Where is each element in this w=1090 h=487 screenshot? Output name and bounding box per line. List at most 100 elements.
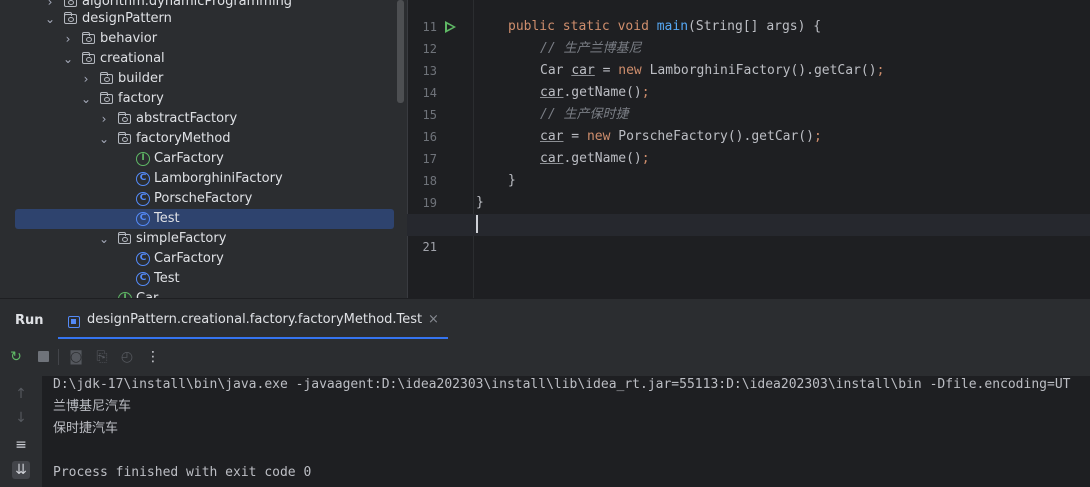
class-icon: C xyxy=(136,172,150,186)
code-text: car.getName(); xyxy=(540,148,650,170)
code-text: car = new PorscheFactory().getCar(); xyxy=(540,126,822,148)
scroll-to-end-icon[interactable]: ⇊ xyxy=(12,461,30,479)
run-tab-label: designPattern.creational.factory.factory… xyxy=(87,312,423,327)
run-config-tab[interactable]: designPattern.creational.factory.factory… xyxy=(58,303,448,339)
tree-item-test-simple[interactable]: C Test xyxy=(0,269,407,289)
tree-item-factorymethod[interactable]: ⌄ factoryMethod xyxy=(0,129,407,149)
chevron-down-icon[interactable]: ⌄ xyxy=(98,129,110,149)
tree-item-porschefactory[interactable]: C PorscheFactory xyxy=(0,189,407,209)
folder-icon xyxy=(118,132,131,144)
tree-item-label: abstractFactory xyxy=(136,111,238,126)
chevron-right-icon[interactable]: › xyxy=(98,109,110,129)
tree-item-label: CarFactory xyxy=(154,251,224,266)
code-line-16: 16 // 生产保时捷 xyxy=(407,104,1090,144)
chevron-right-icon[interactable]: › xyxy=(80,69,92,89)
chevron-right-icon[interactable]: › xyxy=(62,29,74,49)
folder-icon xyxy=(100,92,113,104)
chevron-down-icon[interactable]: ⌄ xyxy=(62,49,74,69)
tree-item-carfactory-interface[interactable]: I CarFactory xyxy=(0,149,407,169)
console-output[interactable]: D:\jdk-17\install\bin\java.exe -javaagen… xyxy=(42,376,1090,487)
project-tree: › algorithm.dynamicProgramming ⌄ designP… xyxy=(0,0,407,298)
code-token: (String[] args) { xyxy=(688,19,822,34)
code-line-17: 17 car = new PorscheFactory().getCar(); xyxy=(407,126,1090,166)
run-config-icon xyxy=(68,316,80,328)
code-token: ; xyxy=(876,63,885,78)
code-token: car xyxy=(571,63,595,78)
code-token: void xyxy=(617,19,649,34)
code-token: main xyxy=(656,19,689,34)
chevron-down-icon[interactable]: ⌄ xyxy=(44,9,56,29)
folder-icon xyxy=(64,12,77,24)
chevron-down-icon[interactable]: ⌄ xyxy=(80,89,92,109)
code-token: new xyxy=(618,63,642,78)
code-token: Car xyxy=(540,63,564,78)
more-options-icon[interactable]: ⋮ xyxy=(145,349,161,365)
code-text: public static void main(String[] args) { xyxy=(508,16,821,38)
folder-icon xyxy=(82,32,95,44)
tree-item-label: creational xyxy=(100,51,165,66)
tree-item-builder[interactable]: › builder xyxy=(0,69,407,89)
tree-item-designpattern[interactable]: ⌄ designPattern xyxy=(0,9,407,29)
tree-item-creational[interactable]: ⌄ creational xyxy=(0,49,407,69)
tree-item-test-selected[interactable]: C Test xyxy=(0,209,407,229)
code-text: car.getName(); xyxy=(540,82,650,104)
code-comment: // 生产兰博基尼 xyxy=(540,41,642,56)
line-number: 21 xyxy=(422,240,437,254)
code-text: } xyxy=(508,173,516,188)
toolbar-divider xyxy=(58,349,59,365)
chevron-down-icon[interactable]: ⌄ xyxy=(98,229,110,249)
code-token: = xyxy=(563,129,587,144)
tree-item-label: Test xyxy=(154,271,180,286)
rerun-icon[interactable]: ↻ xyxy=(8,349,24,365)
code-token: new xyxy=(586,129,611,144)
tree-item-abstractfactory[interactable]: › abstractFactory xyxy=(0,109,407,129)
code-token: static xyxy=(562,19,610,34)
camera-icon[interactable]: ◙ xyxy=(68,349,84,365)
code-token: = xyxy=(594,63,619,78)
code-token: car xyxy=(540,85,564,100)
tree-item-lamborghinifactory[interactable]: C LamborghiniFactory xyxy=(0,169,407,189)
console-line: D:\jdk-17\install\bin\java.exe -javaagen… xyxy=(53,377,1071,392)
code-line-14: 14 Car car = new LamborghiniFactory().ge… xyxy=(407,60,1090,100)
tree-item-car[interactable]: I Car xyxy=(0,289,407,298)
code-text: } xyxy=(476,195,484,210)
down-arrow-icon[interactable]: ↓ xyxy=(12,409,30,427)
code-token: public xyxy=(508,19,555,34)
code-line-11: 11 xyxy=(407,0,1090,34)
tree-item-label: behavior xyxy=(100,31,158,46)
tree-item-label: builder xyxy=(118,71,164,86)
console-line: 兰博基尼汽车 xyxy=(53,399,132,414)
code-line-12: 12 public static void main(String[] args… xyxy=(407,16,1090,56)
tree-item-label: PorscheFactory xyxy=(154,191,253,206)
folder-icon xyxy=(64,0,77,7)
tree-item-carfactory-simple[interactable]: C CarFactory xyxy=(0,249,407,269)
code-line-20: 20 } xyxy=(407,192,1090,232)
up-arrow-icon[interactable]: ↑ xyxy=(12,385,30,403)
close-icon[interactable]: × xyxy=(428,312,439,327)
console-line: Process finished with exit code 0 xyxy=(53,465,312,480)
tree-item-factory[interactable]: ⌄ factory xyxy=(0,89,407,109)
tree-item-label: designPattern xyxy=(82,11,172,26)
tree-item-behavior[interactable]: › behavior xyxy=(0,29,407,49)
code-line-21-current[interactable]: 21 xyxy=(407,214,1090,254)
stop-icon[interactable] xyxy=(36,349,52,365)
pin-icon[interactable]: ◴ xyxy=(119,349,135,365)
tree-item-simplefactory[interactable]: ⌄ simpleFactory xyxy=(0,229,407,249)
code-token: car xyxy=(540,151,564,166)
code-token: car xyxy=(540,129,564,144)
class-icon: C xyxy=(136,192,150,206)
code-token: ; xyxy=(641,85,650,100)
soft-wrap-icon[interactable]: ≡ xyxy=(12,436,30,454)
tree-item-label: CarFactory xyxy=(154,151,224,166)
tree-item-label: factory xyxy=(118,91,164,106)
folder-icon xyxy=(118,232,131,244)
class-icon: C xyxy=(136,212,150,226)
tree-item-label: Car xyxy=(136,289,158,298)
run-main-icon[interactable] xyxy=(445,21,456,33)
console-line: 保时捷汽车 xyxy=(53,421,119,436)
class-icon: C xyxy=(136,252,150,266)
tree-scrollbar[interactable] xyxy=(397,0,404,103)
console-side-toolbar: ↑ ↓ ≡ ⇊ xyxy=(0,376,42,487)
export-icon[interactable]: ⎘ xyxy=(94,349,110,365)
code-token: .getName() xyxy=(563,151,642,166)
